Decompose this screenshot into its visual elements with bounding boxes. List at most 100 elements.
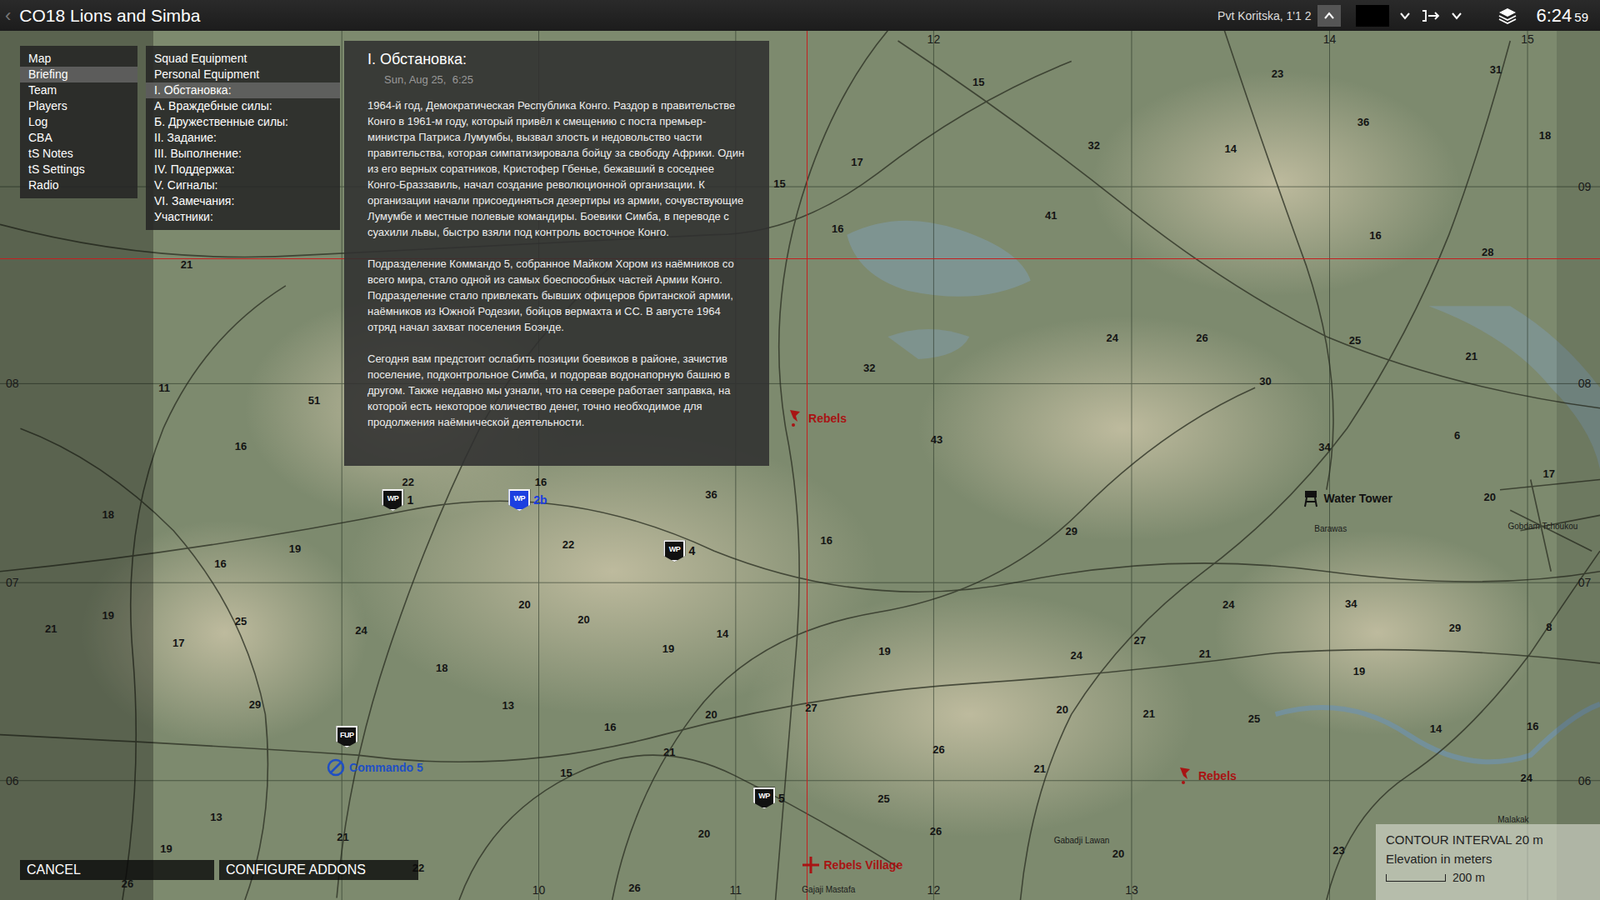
elevation-label: 20	[698, 827, 710, 840]
grid-label: 14	[1323, 32, 1337, 46]
down-button[interactable]	[1447, 5, 1466, 27]
menu-item[interactable]: Briefing	[20, 66, 138, 83]
map-marker[interactable]: WP2b	[508, 489, 547, 511]
briefing-date: Sun, Aug 25, 6:25	[384, 73, 748, 86]
back-button[interactable]: ‹	[5, 5, 11, 27]
elevation-label: 27	[805, 700, 817, 714]
menu-item[interactable]: tS Settings	[20, 161, 138, 178]
elevation-label: 21	[663, 745, 675, 759]
elevation-label: 36	[1357, 115, 1370, 128]
briefing-menu-item[interactable]: VI. Замечания:	[145, 193, 340, 210]
flag-icon	[785, 408, 805, 429]
place-name: Barawas	[1314, 524, 1347, 534]
map-marker[interactable]: Rebels Village	[800, 855, 904, 875]
menu-item[interactable]: CBA	[20, 130, 138, 146]
exit-button[interactable]	[1420, 5, 1441, 27]
grid-label: 06	[5, 774, 20, 788]
place-name: Gabadji Lawan	[1054, 835, 1110, 845]
map-marker[interactable]: Water Tower	[1300, 488, 1393, 509]
elevation-label: 16	[214, 556, 226, 570]
waypoint-icon: FUP	[335, 725, 358, 748]
elevation-label: 43	[930, 432, 943, 445]
elevation-label: 30	[1259, 374, 1271, 387]
layers-button[interactable]	[1472, 5, 1518, 27]
place-name: Gajaji Mastafa	[801, 884, 855, 894]
map-marker[interactable]: WP1	[381, 489, 414, 511]
elevation-label: 22	[402, 475, 415, 489]
layers-icon	[1497, 5, 1518, 26]
elevation-label: 17	[1543, 467, 1555, 480]
briefing-menu-item[interactable]: I. Обстановка:	[145, 82, 340, 99]
map-marker[interactable]: Rebels	[1175, 765, 1237, 786]
grid-label: 12	[927, 883, 941, 897]
elevation-label: 28	[1481, 245, 1494, 259]
elevation-label: 19	[1353, 664, 1365, 677]
place-name: Malakak	[1497, 815, 1529, 825]
up-button[interactable]	[1317, 5, 1341, 27]
briefing-menu-item[interactable]: III. Выполнение:	[145, 145, 340, 162]
elevation-label: 14	[716, 627, 729, 640]
elevation-label: 21	[1465, 350, 1477, 363]
footer-button[interactable]: CONFIGURE ADDONS	[219, 860, 419, 880]
grid-label: 07	[5, 575, 20, 590]
briefing-menu-item[interactable]: Personal Equipment	[145, 66, 340, 83]
elevation-label: 29	[249, 697, 261, 710]
menu-item[interactable]: Map	[20, 50, 138, 67]
elevation-label: 14	[1224, 141, 1236, 155]
menu-item[interactable]: Log	[20, 114, 138, 130]
waypoint-icon: WP	[381, 489, 404, 511]
main-menu: MapBriefingTeamPlayersLogCBAtS NotestS S…	[20, 45, 138, 199]
menu-item[interactable]: Team	[20, 82, 138, 99]
grid-label: 13	[1125, 883, 1139, 897]
grid-label: 09	[1578, 180, 1592, 194]
menu-item[interactable]: tS Notes	[20, 145, 138, 162]
elevation-label: 18	[1539, 128, 1551, 141]
map-marker[interactable]: WP5	[753, 787, 785, 810]
down-button[interactable]	[1395, 5, 1415, 27]
elevation-label: 16	[535, 475, 547, 489]
elevation-label: 17	[172, 636, 185, 650]
elevation-label: 19	[662, 641, 675, 655]
elevation-label: 17	[850, 155, 863, 168]
top-bar: ‹CO18 Lions and SimbaPvt Koritska, 1'1 2…	[0, 0, 1600, 31]
channel-box[interactable]	[1355, 5, 1390, 27]
map-marker[interactable]: Rebels	[785, 408, 847, 429]
elevation-label: 32	[1087, 138, 1100, 151]
elevation-label: 16	[831, 222, 844, 235]
elevation-label: 41	[1045, 209, 1057, 222]
elevation-label: 25	[235, 614, 247, 627]
briefing-menu-item[interactable]: V. Сигналы:	[145, 177, 340, 194]
exit-icon	[1420, 9, 1441, 23]
clock: 6:2459	[1535, 5, 1589, 27]
elevation-label: 6	[1454, 428, 1460, 441]
elevation-label: 14	[1430, 722, 1442, 735]
footer-button[interactable]: CANCEL	[20, 860, 215, 880]
elevation-label: 24	[1520, 771, 1533, 785]
map-marker[interactable]: Commando 5	[325, 757, 424, 778]
chevron-down-icon	[1398, 9, 1412, 23]
elevation-label: 27	[1134, 633, 1146, 646]
place-name: Gobdam Tchoukou	[1508, 520, 1579, 530]
map-marker[interactable]: WP4	[663, 540, 695, 562]
elevation-label: 19	[878, 645, 890, 658]
elevation-label: 21	[1143, 706, 1155, 720]
grid-label: 06	[1578, 774, 1592, 788]
elevation-label: 23	[1271, 67, 1284, 80]
grid-label: 10	[532, 883, 546, 897]
briefing-menu-item[interactable]: Б. Дружественные силы:	[145, 114, 340, 130]
briefing-menu-item[interactable]: II. Задание:	[145, 130, 340, 146]
briefing-menu-item[interactable]: Участники:	[145, 209, 340, 225]
map-marker[interactable]: FUP	[335, 725, 358, 748]
menu-item[interactable]: Radio	[20, 177, 138, 194]
briefing-menu-item[interactable]: А. Враждебные силы:	[145, 98, 340, 115]
scale-bar: 200 m	[1385, 870, 1590, 885]
briefing-menu-item[interactable]: IV. Поддержка:	[145, 161, 340, 178]
waypoint-icon: WP	[508, 489, 530, 511]
flag-icon	[1175, 765, 1195, 786]
briefing-menu-item[interactable]: Squad Equipment	[145, 50, 340, 67]
map-legend: CONTOUR INTERVAL 20 mElevation in meters…	[1375, 824, 1600, 900]
cross-icon	[800, 855, 821, 875]
unit-icon	[325, 757, 346, 778]
elevation-label: 21	[1199, 646, 1211, 660]
menu-item[interactable]: Players	[20, 98, 138, 115]
